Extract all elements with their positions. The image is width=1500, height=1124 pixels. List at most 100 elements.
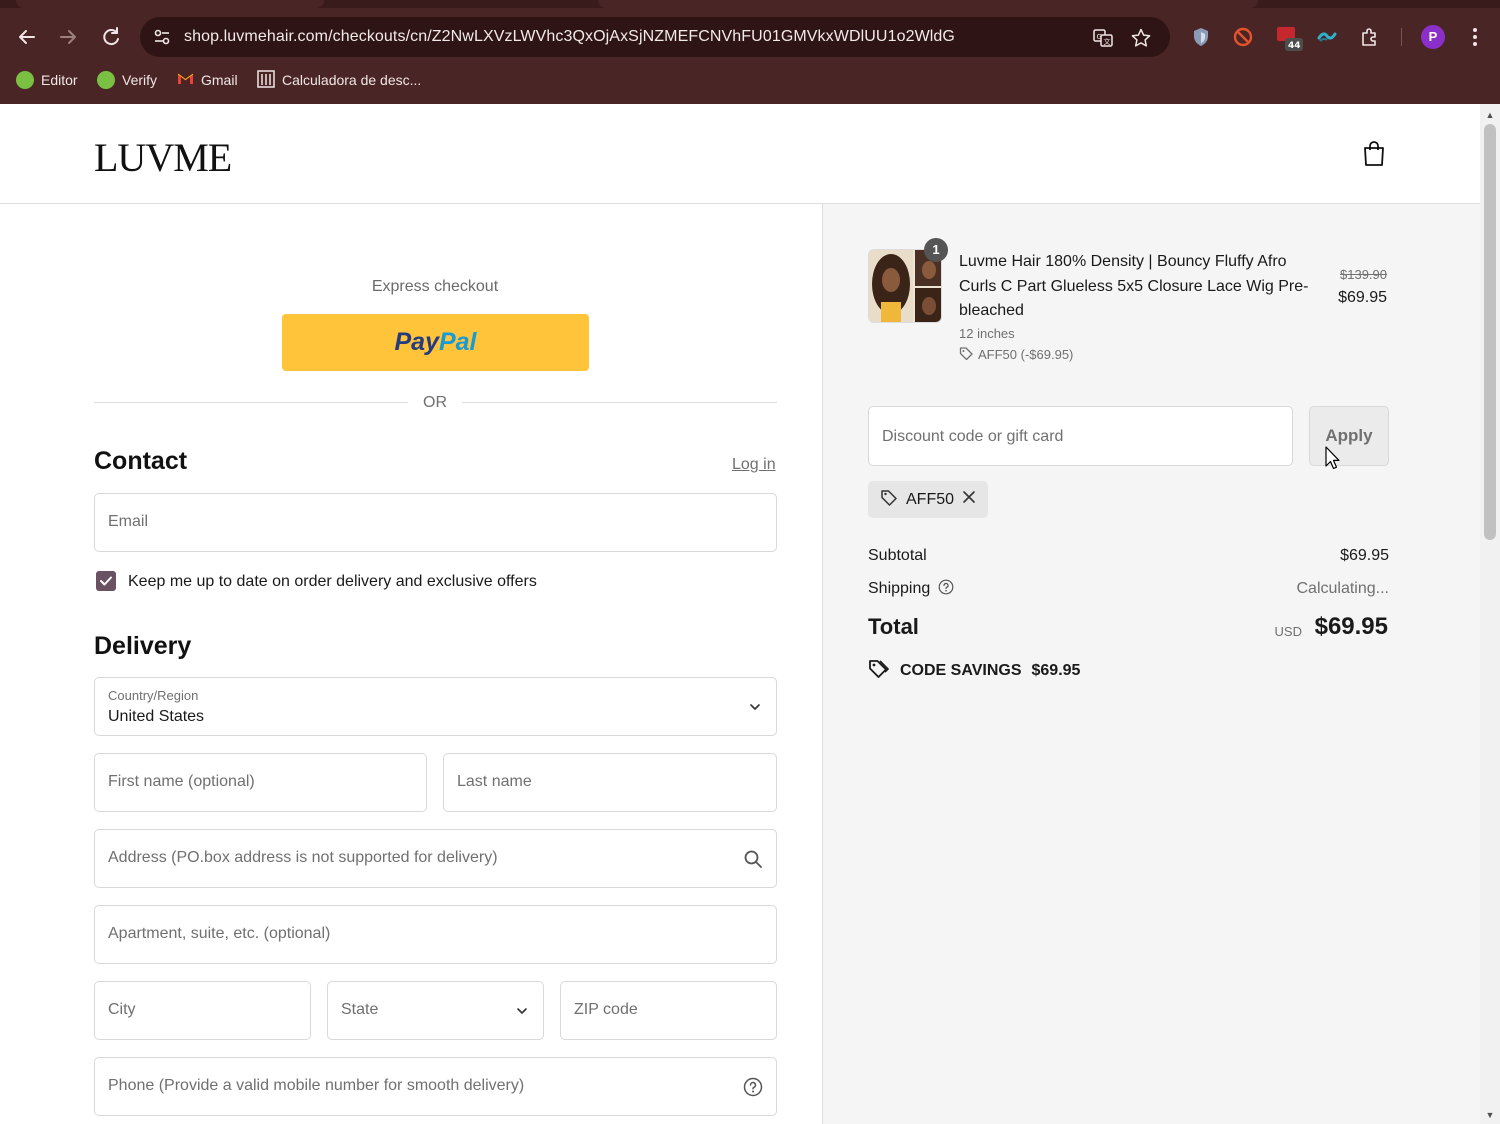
subtotal-value: $69.95 [1340, 547, 1389, 564]
country-select[interactable]: Country/Region United States [94, 677, 777, 736]
tag-icon [959, 346, 973, 363]
savings-value: $69.95 [1031, 661, 1081, 679]
product-discount-text: AFF50 (-$69.95) [978, 347, 1074, 362]
quantity-badge: 1 [924, 238, 948, 262]
email-placeholder: Email [108, 513, 149, 530]
code-savings: CODE SAVINGS $69.95 [868, 658, 1080, 683]
zip-field[interactable]: ZIP code [560, 981, 777, 1040]
bookmark-calculadora[interactable]: Calculadora de desc... [257, 69, 422, 90]
mail-extension-icon[interactable]: 44 [1276, 26, 1304, 51]
subtotal-row: Subtotal $69.95 [868, 547, 1389, 565]
product-variant: 12 inches [959, 326, 1015, 341]
tab-active[interactable] [16, 0, 324, 8]
first-name-field[interactable]: First name (optional) [94, 753, 427, 812]
block-extension-icon[interactable] [1232, 26, 1254, 48]
help-icon[interactable] [743, 1077, 763, 1097]
bookmark-verify[interactable]: Verify [97, 70, 157, 90]
puzzle-extensions-icon[interactable] [1359, 26, 1381, 48]
shipping-value: Calculating... [1296, 580, 1390, 597]
phone-placeholder: Phone (Provide a valid mobile number for… [108, 1077, 525, 1094]
total-label: Total [868, 614, 919, 639]
state-select[interactable]: State [327, 981, 544, 1040]
page-scrollbar[interactable]: ▲ ▼ [1480, 104, 1500, 1124]
city-placeholder: City [108, 1001, 136, 1018]
apartment-field[interactable]: Apartment, suite, etc. (optional) [94, 905, 777, 964]
subtotal-label: Subtotal [868, 547, 927, 564]
newsletter-checkbox[interactable] [96, 571, 116, 591]
bookmark-label: Gmail [201, 72, 238, 88]
bookmark-editor[interactable]: Editor [16, 70, 78, 90]
browser-chrome: shop.luvmehair.com/checkouts/cn/Z2NwLXVz… [0, 0, 1500, 104]
product-name: Luvme Hair 180% Density | Bouncy Fluffy … [959, 253, 1309, 319]
apply-button[interactable]: Apply [1309, 406, 1389, 466]
svg-text:G: G [1097, 33, 1102, 41]
gmail-icon [177, 72, 194, 88]
product-discount: AFF50 (-$69.95) [959, 346, 1073, 363]
wave-extension-icon[interactable] [1316, 26, 1338, 48]
shopping-bag-icon[interactable] [1362, 140, 1386, 168]
chevron-down-icon [748, 700, 762, 714]
bookmark-star-icon[interactable] [1130, 27, 1152, 49]
checkmark-icon [97, 71, 115, 89]
scroll-up-arrow-icon[interactable]: ▲ [1485, 110, 1495, 120]
checkmark-icon [100, 576, 112, 586]
help-icon[interactable] [938, 579, 954, 600]
tag-icon [880, 488, 898, 511]
shipping-label: Shipping [868, 580, 931, 597]
close-icon[interactable] [962, 490, 976, 509]
address-bar[interactable]: shop.luvmehair.com/checkouts/cn/Z2NwLXVz… [140, 17, 1170, 57]
city-field[interactable]: City [94, 981, 311, 1040]
bookmark-label: Verify [122, 72, 158, 88]
site-settings-icon[interactable] [152, 27, 172, 47]
search-icon[interactable] [743, 849, 763, 869]
tag-icon [868, 658, 890, 683]
back-icon[interactable] [12, 22, 42, 52]
address-field[interactable]: Address (PO.box address is not supported… [94, 829, 777, 888]
express-checkout-label: Express checkout [371, 278, 499, 295]
country-label: Country/Region [108, 688, 199, 703]
applied-code-text: AFF50 [906, 490, 955, 508]
or-divider-label: OR [423, 394, 447, 411]
first-name-placeholder: First name (optional) [108, 773, 255, 790]
newsletter-label[interactable]: Keep me up to date on order delivery and… [128, 573, 537, 591]
applied-code-chip: AFF50 [868, 481, 989, 518]
paypal-logo-part: Pal [438, 328, 477, 356]
scrollbar-thumb[interactable] [1484, 124, 1496, 540]
paypal-button[interactable]: PayPal [282, 314, 589, 371]
more-menu-icon[interactable] [1464, 26, 1486, 48]
bookmark-gmail[interactable]: Gmail [177, 70, 238, 90]
address-placeholder: Address (PO.box address is not supported… [108, 849, 498, 866]
divider [462, 402, 777, 403]
scroll-down-arrow-icon[interactable]: ▼ [1485, 1110, 1495, 1120]
bookmarks-bar: Editor Verify Gmail Calculadora de desc.… [0, 64, 1500, 96]
discounted-price: $69.95 [1338, 289, 1387, 306]
bookmark-label: Calculadora de desc... [282, 72, 422, 88]
savings-label: CODE SAVINGS [900, 661, 1022, 679]
state-placeholder: State [341, 1001, 379, 1018]
chevron-down-icon [515, 1004, 529, 1018]
mouse-cursor-icon [1325, 446, 1341, 470]
reload-icon[interactable] [96, 22, 126, 52]
email-field[interactable]: Email [94, 493, 777, 552]
shipping-row: Shipping Calculating... [868, 579, 1390, 600]
zip-placeholder: ZIP code [574, 1001, 638, 1018]
checkout-form: Express checkout PayPal OR Contact Log i… [0, 204, 822, 1124]
extension-badge-count: 44 [1288, 41, 1301, 51]
total-value: $69.95 [1314, 613, 1388, 640]
url-text[interactable]: shop.luvmehair.com/checkouts/cn/Z2NwLXVz… [184, 28, 955, 46]
store-logo[interactable]: LUVME [94, 134, 232, 181]
forward-icon[interactable] [53, 22, 83, 52]
phone-field[interactable]: Phone (Provide a valid mobile number for… [94, 1057, 777, 1116]
profile-avatar[interactable]: P [1421, 25, 1445, 49]
tab-inactive[interactable] [598, 0, 1258, 8]
total-currency: USD [1274, 624, 1302, 639]
last-name-field[interactable]: Last name [443, 753, 777, 812]
translate-icon[interactable]: G文 [1092, 27, 1114, 49]
checkmark-icon [16, 71, 34, 89]
svg-text:文: 文 [1104, 37, 1111, 46]
login-link[interactable]: Log in [732, 456, 776, 474]
discount-code-input[interactable]: Discount code or gift card [868, 406, 1293, 466]
paypal-logo-part: Pay [394, 328, 439, 356]
shield-extension-icon[interactable] [1190, 26, 1212, 48]
order-summary: 1 Luvme Hair 180% Density | Bouncy Fluff… [822, 204, 1480, 1124]
